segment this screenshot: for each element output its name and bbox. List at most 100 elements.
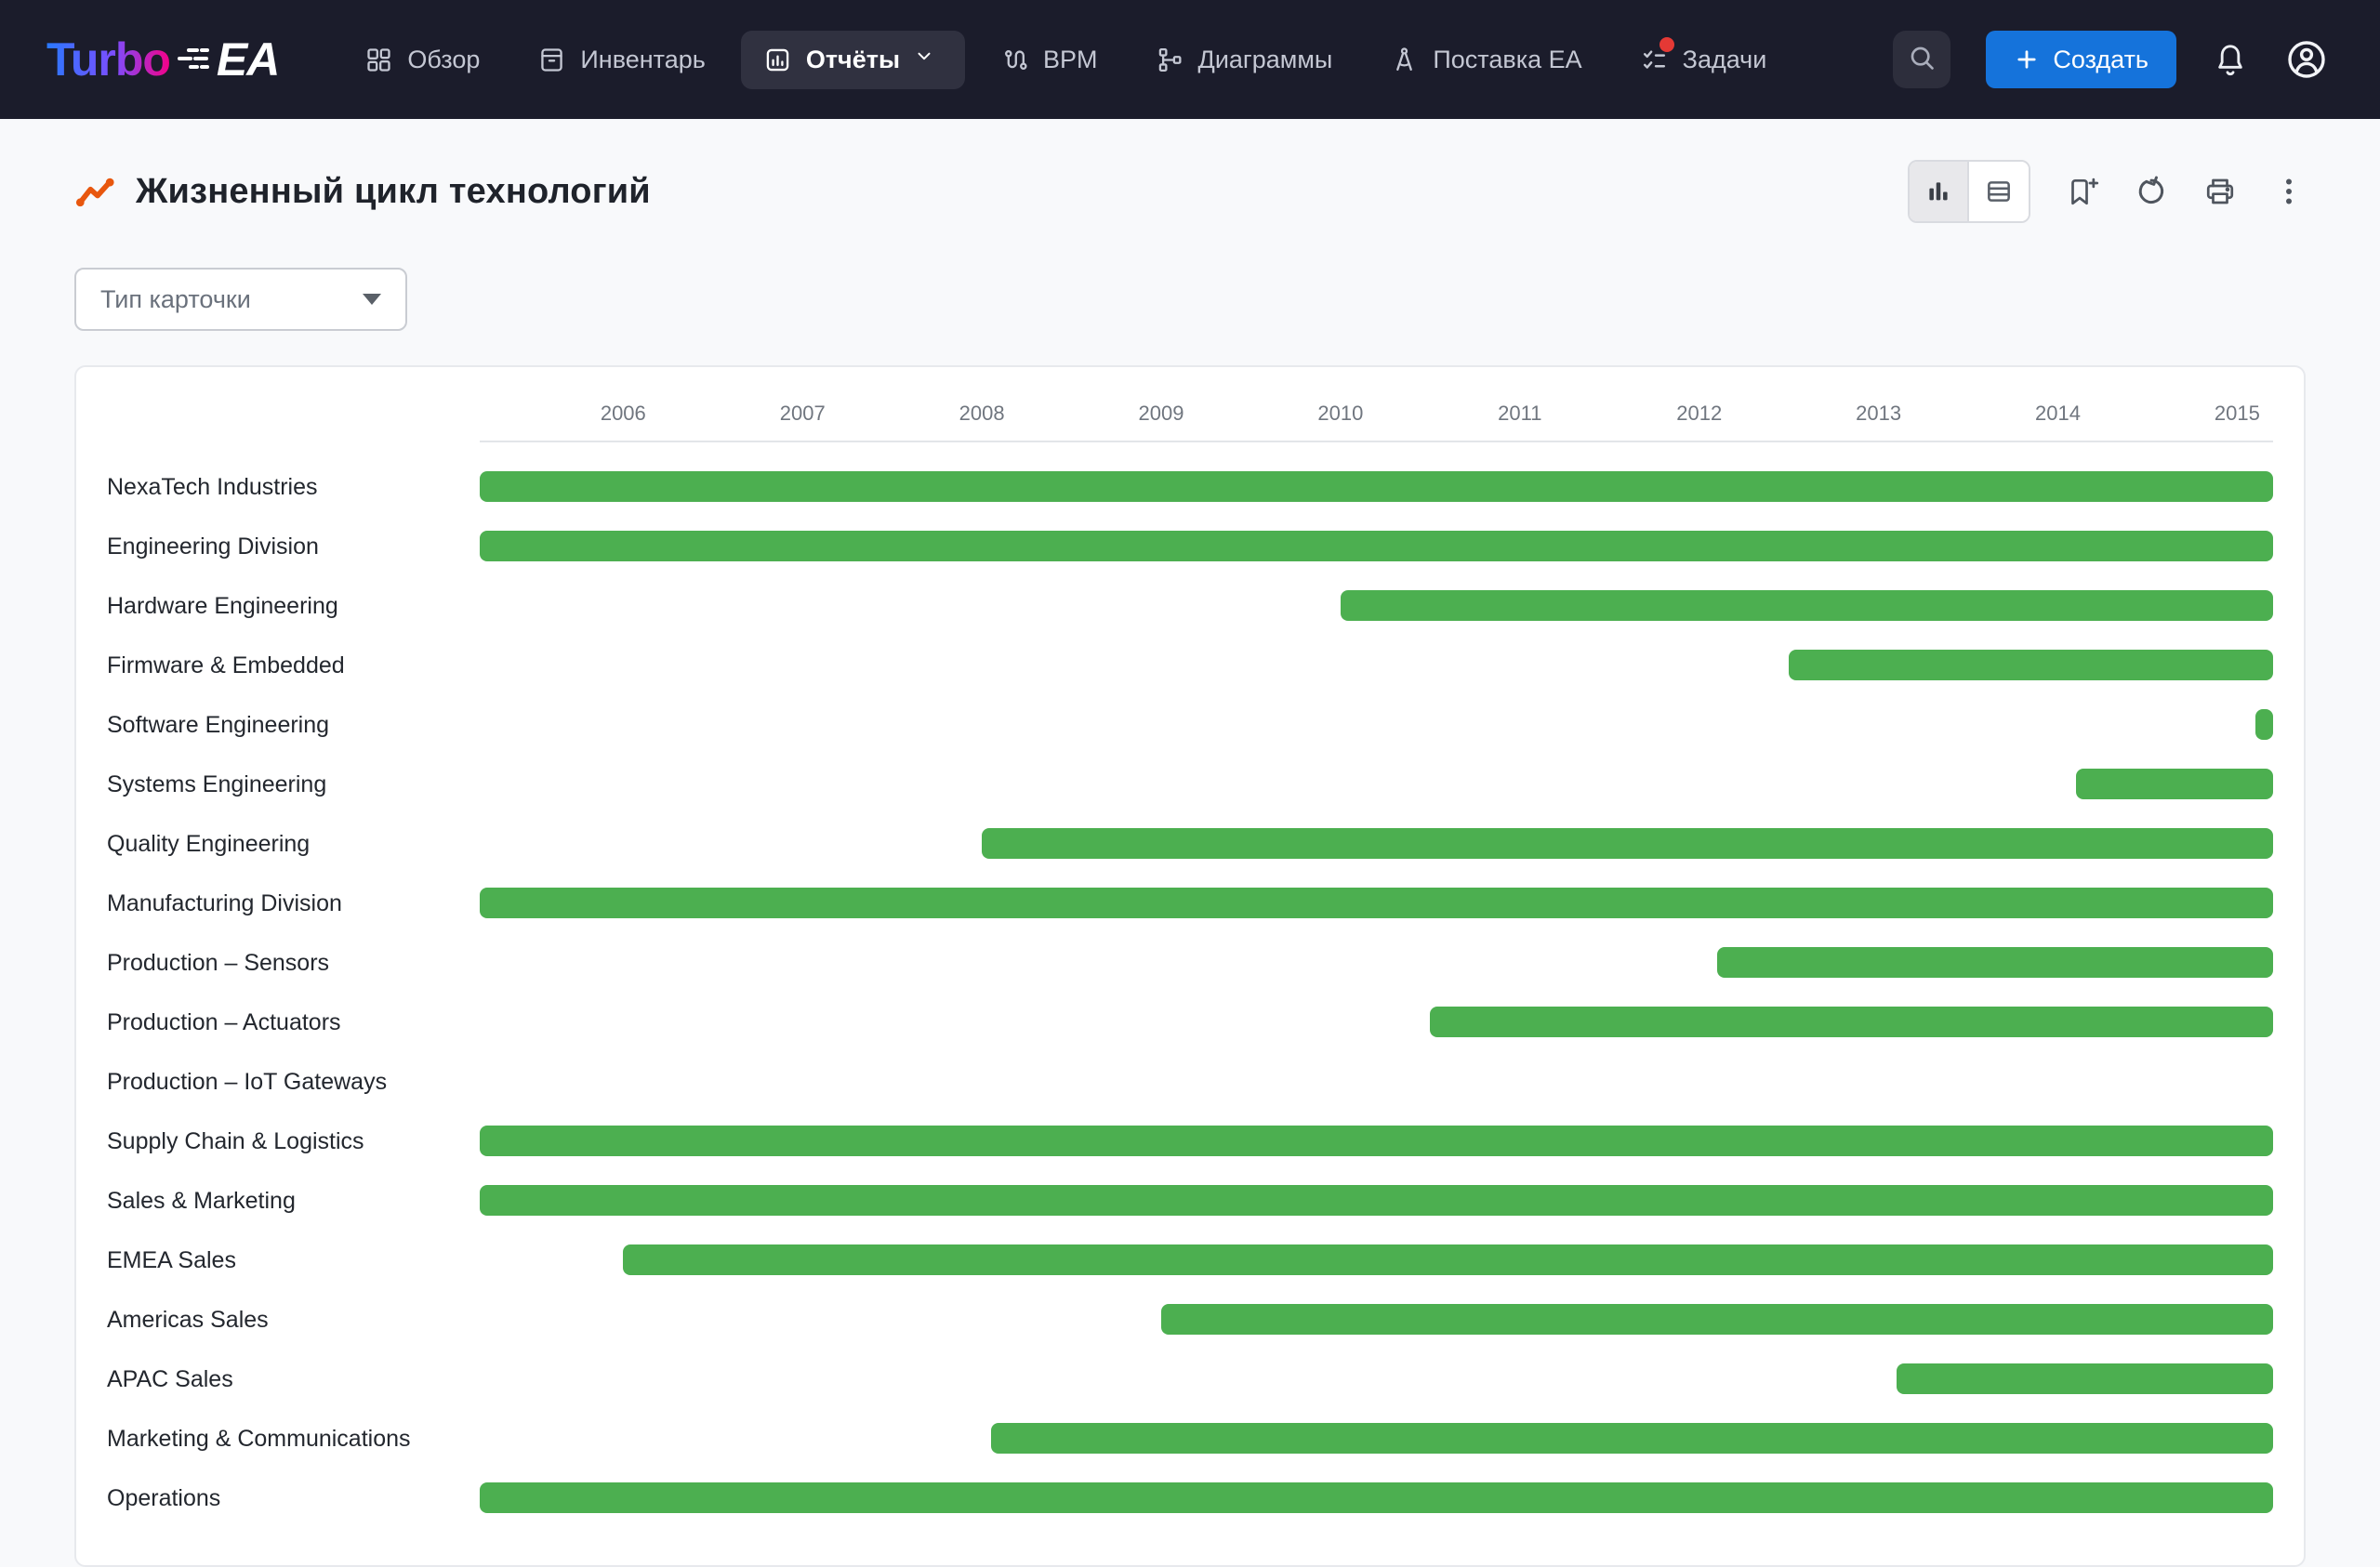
- bookmark-plus-icon: [2066, 175, 2099, 208]
- nav-item-2[interactable]: Отчёты: [741, 31, 965, 89]
- nav-right-controls: Создать: [1893, 31, 2329, 88]
- notifications-button[interactable]: [2212, 41, 2249, 78]
- row-plot: [480, 1231, 2273, 1290]
- print-button[interactable]: [2203, 175, 2237, 208]
- bookmark-button[interactable]: [2066, 175, 2099, 208]
- lifecycle-bar[interactable]: [623, 1244, 2273, 1275]
- card-type-dropdown-label: Тип карточки: [100, 285, 251, 314]
- row-plot: [480, 993, 2273, 1052]
- view-switcher: [1908, 160, 2030, 223]
- more-options-button[interactable]: [2272, 175, 2306, 208]
- row-label: Production – IoT Gateways: [107, 1069, 480, 1096]
- chart-toolbar: [1908, 160, 2306, 223]
- row-plot: [480, 1468, 2273, 1528]
- search-button[interactable]: [1893, 31, 1950, 88]
- row-plot: [480, 517, 2273, 576]
- nav-item-5[interactable]: Поставка ЕА: [1368, 31, 1604, 89]
- year-tick-label: 2010: [1317, 402, 1363, 426]
- gantt-row: Production – Sensors: [107, 933, 2273, 993]
- printer-icon: [2203, 175, 2237, 208]
- refresh-button[interactable]: [2135, 175, 2168, 208]
- table-view-button[interactable]: [1969, 162, 2029, 221]
- nav-item-1[interactable]: Инвентарь: [515, 31, 727, 89]
- row-label: NexaTech Industries: [107, 474, 480, 501]
- notification-dot: [1659, 37, 1674, 52]
- lifecycle-bar[interactable]: [1341, 590, 2273, 621]
- row-plot: [480, 576, 2273, 636]
- lifecycle-bar[interactable]: [991, 1423, 2273, 1454]
- row-label: Software Engineering: [107, 712, 480, 739]
- row-label: Engineering Division: [107, 533, 480, 560]
- lifecycle-bar[interactable]: [480, 1126, 2273, 1156]
- row-plot: [480, 1052, 2273, 1112]
- logo-ea-text: EA: [176, 33, 279, 86]
- nav-item-4[interactable]: Диаграммы: [1133, 31, 1355, 89]
- plus-icon: [2014, 46, 2040, 72]
- gantt-row: Americas Sales: [107, 1290, 2273, 1350]
- row-label: Marketing & Communications: [107, 1426, 480, 1453]
- lifecycle-bar[interactable]: [1430, 1007, 2273, 1037]
- kebab-menu-icon: [2272, 175, 2306, 208]
- create-button[interactable]: Создать: [1986, 31, 2176, 88]
- search-icon: [1907, 43, 1937, 77]
- gantt-row: APAC Sales: [107, 1350, 2273, 1409]
- gantt-row: Quality Engineering: [107, 814, 2273, 874]
- lifecycle-bar[interactable]: [480, 1185, 2273, 1216]
- row-label: Manufacturing Division: [107, 890, 480, 917]
- dropdown-caret-icon: [363, 294, 381, 305]
- bar-chart-view-button[interactable]: [1910, 162, 1969, 221]
- user-icon: [2284, 37, 2329, 82]
- year-tick-label: 2013: [1856, 402, 1901, 426]
- lifecycle-bar[interactable]: [480, 471, 2273, 502]
- gantt-row: Engineering Division: [107, 517, 2273, 576]
- gantt-rows: NexaTech Industries Engineering Division…: [107, 457, 2273, 1528]
- nav-item-0[interactable]: Обзор: [342, 31, 502, 89]
- nav-item-label: Инвентарь: [580, 46, 705, 74]
- row-plot: [480, 1350, 2273, 1409]
- row-label: Hardware Engineering: [107, 593, 480, 620]
- lifecycle-bar[interactable]: [2076, 769, 2273, 799]
- gantt-row: Operations: [107, 1468, 2273, 1528]
- reports-icon: [763, 46, 792, 74]
- app-logo[interactable]: Turbo EA: [46, 33, 279, 86]
- row-plot: [480, 1290, 2273, 1350]
- year-tick-label: 2015: [2215, 402, 2260, 426]
- lifecycle-bar[interactable]: [982, 828, 2273, 859]
- bell-icon: [2212, 41, 2249, 78]
- lifecycle-bar[interactable]: [1789, 650, 2273, 680]
- chevron-down-icon: [914, 46, 943, 74]
- gantt-row: Marketing & Communications: [107, 1409, 2273, 1468]
- row-plot: [480, 1112, 2273, 1171]
- lifecycle-bar[interactable]: [2255, 709, 2273, 740]
- lifecycle-bar[interactable]: [1161, 1304, 2273, 1335]
- page-title: Жизненный цикл технологий: [136, 172, 651, 212]
- lifecycle-bar[interactable]: [480, 531, 2273, 561]
- row-plot: [480, 933, 2273, 993]
- gantt-row: EMEA Sales: [107, 1231, 2273, 1290]
- lifecycle-bar[interactable]: [1897, 1363, 2273, 1394]
- nav-item-label: BPM: [1043, 46, 1098, 74]
- gantt-row: Manufacturing Division: [107, 874, 2273, 933]
- row-label: Americas Sales: [107, 1307, 480, 1334]
- inventory-icon: [537, 46, 566, 74]
- year-tick-label: 2009: [1139, 402, 1184, 426]
- year-tick-label: 2006: [601, 402, 646, 426]
- ea-delivery-icon: [1390, 46, 1419, 74]
- card-type-dropdown[interactable]: Тип карточки: [74, 268, 407, 331]
- gantt-row: Supply Chain & Logistics: [107, 1112, 2273, 1171]
- gantt-row: Sales & Marketing: [107, 1171, 2273, 1231]
- year-tick-label: 2012: [1676, 402, 1722, 426]
- nav-item-label: Задачи: [1683, 46, 1767, 74]
- row-label: Quality Engineering: [107, 831, 480, 858]
- lifecycle-bar[interactable]: [480, 888, 2273, 918]
- lifecycle-bar[interactable]: [1717, 947, 2273, 978]
- bar-chart-icon: [1924, 177, 1953, 206]
- nav-item-label: Поставка ЕА: [1433, 46, 1581, 74]
- nav-item-6[interactable]: Задачи: [1618, 31, 1790, 89]
- nav-item-3[interactable]: BPM: [978, 31, 1120, 89]
- user-avatar-button[interactable]: [2284, 37, 2329, 82]
- year-tick-label: 2011: [1498, 402, 1541, 426]
- row-plot: [480, 636, 2273, 695]
- row-plot: [480, 874, 2273, 933]
- row-plot: [480, 755, 2273, 814]
